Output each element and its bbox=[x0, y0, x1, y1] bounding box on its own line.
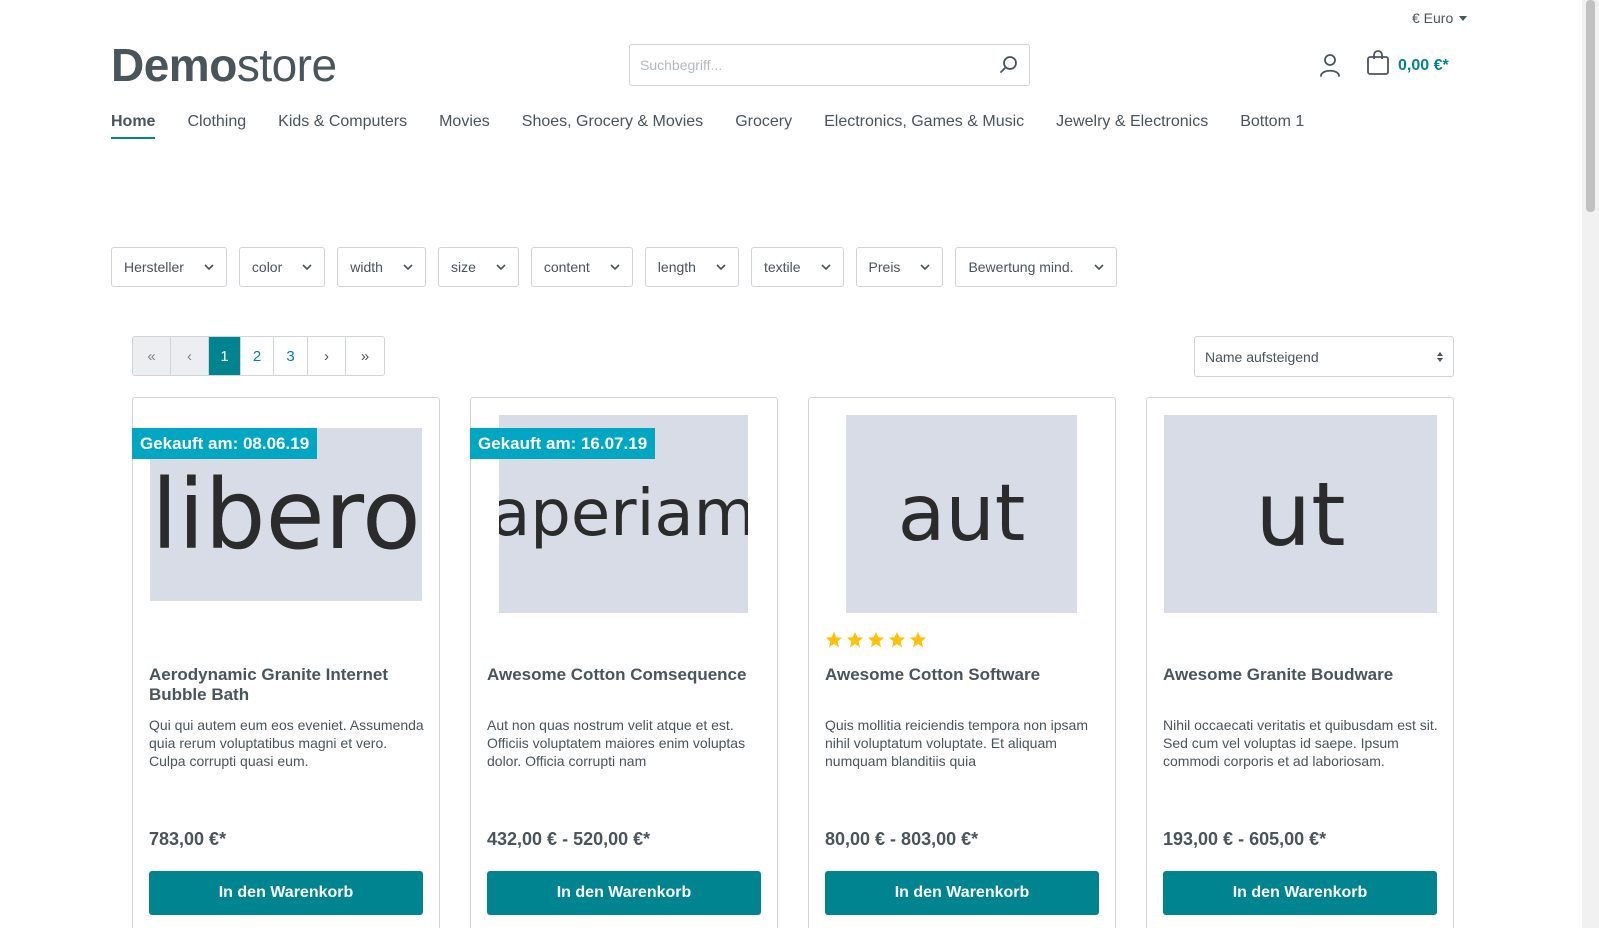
chevron-down-icon bbox=[302, 264, 312, 271]
star-icon bbox=[825, 631, 843, 648]
nav-item-movies[interactable]: Movies bbox=[439, 113, 490, 139]
product-description: Quis mollitia reiciendis tempora non ips… bbox=[825, 717, 1088, 769]
filter-label: textile bbox=[763, 259, 801, 275]
product-card: ut Awesome Granite Boudware Nihil occaec… bbox=[1146, 397, 1454, 928]
currency-label: € Euro bbox=[1412, 10, 1454, 26]
chevron-down-icon bbox=[496, 264, 506, 271]
logo-bold: Demo bbox=[111, 39, 237, 91]
pagination-page-1[interactable]: 1 bbox=[209, 337, 241, 375]
product-card: libero Gekauft am: 08.06.19 Aerodynamic … bbox=[132, 397, 440, 928]
logo-light: store bbox=[236, 39, 337, 91]
filter-content[interactable]: content bbox=[530, 247, 633, 287]
star-icon bbox=[909, 631, 927, 648]
chevron-down-icon bbox=[716, 264, 726, 271]
product-card: aut Awesome Cotton Software Quis molliti… bbox=[808, 397, 1116, 928]
product-description: Qui qui autem eum eos eveniet. Assumenda… bbox=[149, 717, 424, 769]
nav-item-home[interactable]: Home bbox=[111, 113, 156, 139]
product-price: 432,00 € - 520,00 €* bbox=[487, 829, 651, 849]
caret-down-icon bbox=[1459, 15, 1468, 21]
nav-item-jewelry-electronics[interactable]: Jewelry & Electronics bbox=[1056, 113, 1208, 139]
product-title[interactable]: Awesome Cotton Comsequence bbox=[487, 665, 763, 685]
main-navigation: Home Clothing Kids & Computers Movies Sh… bbox=[111, 113, 1304, 139]
filter-label: Hersteller bbox=[124, 259, 184, 275]
product-rating bbox=[825, 631, 927, 649]
filter-textile[interactable]: textile bbox=[750, 247, 844, 287]
sort-select[interactable]: Name aufsteigend bbox=[1194, 336, 1454, 377]
pagination-page-3[interactable]: 3 bbox=[274, 337, 308, 375]
pagination-next[interactable]: › bbox=[308, 337, 346, 375]
filter-size[interactable]: size bbox=[437, 247, 519, 287]
nav-item-electronics-games-music[interactable]: Electronics, Games & Music bbox=[824, 113, 1024, 139]
product-title[interactable]: Aerodynamic Granite Internet Bubble Bath bbox=[149, 665, 425, 705]
filter-label: size bbox=[450, 259, 476, 275]
sort-selected: Name aufsteigend bbox=[1205, 348, 1319, 365]
pagination-first[interactable]: « bbox=[133, 337, 171, 375]
star-icon bbox=[867, 631, 885, 648]
nav-item-kids-computers[interactable]: Kids & Computers bbox=[278, 113, 407, 139]
chevron-down-icon bbox=[820, 264, 831, 271]
nav-item-bottom-1[interactable]: Bottom 1 bbox=[1240, 113, 1304, 139]
nav-item-clothing[interactable]: Clothing bbox=[187, 113, 246, 139]
product-description: Nihil occaecati veritatis et quibusdam e… bbox=[1163, 717, 1438, 769]
chevron-down-icon bbox=[204, 264, 214, 271]
filter-length[interactable]: length bbox=[644, 247, 739, 287]
filter-panel: Hersteller color width size content leng… bbox=[111, 247, 1117, 287]
product-title[interactable]: Awesome Granite Boudware bbox=[1163, 665, 1439, 685]
add-to-cart-button[interactable]: In den Warenkorb bbox=[825, 871, 1099, 915]
search-input[interactable] bbox=[630, 45, 989, 85]
purchased-badge: Gekauft am: 08.06.19 bbox=[132, 428, 318, 459]
nav-item-shoes-grocery-movies[interactable]: Shoes, Grocery & Movies bbox=[522, 113, 703, 139]
chevron-down-icon bbox=[403, 264, 413, 271]
star-icon bbox=[846, 631, 864, 648]
filter-label: width bbox=[350, 259, 383, 275]
logo[interactable]: Demo store bbox=[111, 38, 337, 92]
user-icon[interactable] bbox=[1318, 52, 1344, 78]
product-image[interactable]: ut bbox=[1164, 415, 1437, 613]
purchased-badge: Gekauft am: 16.07.19 bbox=[470, 428, 656, 459]
add-to-cart-button[interactable]: In den Warenkorb bbox=[149, 871, 423, 915]
shopping-bag-icon bbox=[1366, 50, 1390, 81]
pagination: « ‹ 1 2 3 › » bbox=[132, 336, 385, 376]
pagination-page-2[interactable]: 2 bbox=[241, 337, 274, 375]
chevron-down-icon bbox=[1093, 264, 1104, 271]
star-icon bbox=[888, 631, 906, 648]
filter-rating[interactable]: Bewertung mind. bbox=[955, 247, 1117, 287]
sort-arrows-icon bbox=[1437, 351, 1443, 362]
chevron-down-icon bbox=[610, 264, 620, 271]
product-card: aperiam Gekauft am: 16.07.19 Awesome Cot… bbox=[470, 397, 778, 928]
add-to-cart-button[interactable]: In den Warenkorb bbox=[1163, 871, 1437, 915]
filter-label: Preis bbox=[868, 259, 901, 275]
filter-manufacturer[interactable]: Hersteller bbox=[111, 247, 227, 287]
scrollbar[interactable] bbox=[1582, 0, 1599, 928]
currency-switcher[interactable]: € Euro bbox=[1412, 10, 1468, 26]
product-price: 193,00 € - 605,00 €* bbox=[1163, 829, 1327, 849]
filter-label: Bewertung mind. bbox=[968, 259, 1074, 275]
product-price: 783,00 €* bbox=[149, 829, 227, 849]
cart-total: 0,00 €* bbox=[1398, 56, 1449, 74]
filter-label: color bbox=[251, 259, 283, 275]
scrollbar-thumb[interactable] bbox=[1586, 0, 1595, 212]
filter-price[interactable]: Preis bbox=[855, 247, 944, 287]
product-image[interactable]: aut bbox=[846, 415, 1077, 613]
search-box bbox=[629, 44, 1030, 86]
search-icon[interactable] bbox=[989, 45, 1029, 85]
filter-label: content bbox=[543, 259, 590, 275]
product-description: Aut non quas nostrum velit atque et est.… bbox=[487, 717, 746, 769]
filter-label: length bbox=[657, 259, 696, 275]
pagination-last[interactable]: » bbox=[346, 337, 384, 375]
product-title[interactable]: Awesome Cotton Software bbox=[825, 665, 1101, 685]
add-to-cart-button[interactable]: In den Warenkorb bbox=[487, 871, 761, 915]
product-price: 80,00 € - 803,00 €* bbox=[825, 829, 979, 849]
filter-color[interactable]: color bbox=[238, 247, 326, 287]
cart-button[interactable]: 0,00 €* bbox=[1366, 50, 1449, 81]
nav-item-grocery[interactable]: Grocery bbox=[735, 113, 792, 139]
filter-width[interactable]: width bbox=[337, 247, 426, 287]
chevron-down-icon bbox=[920, 264, 931, 271]
pagination-prev[interactable]: ‹ bbox=[171, 337, 209, 375]
